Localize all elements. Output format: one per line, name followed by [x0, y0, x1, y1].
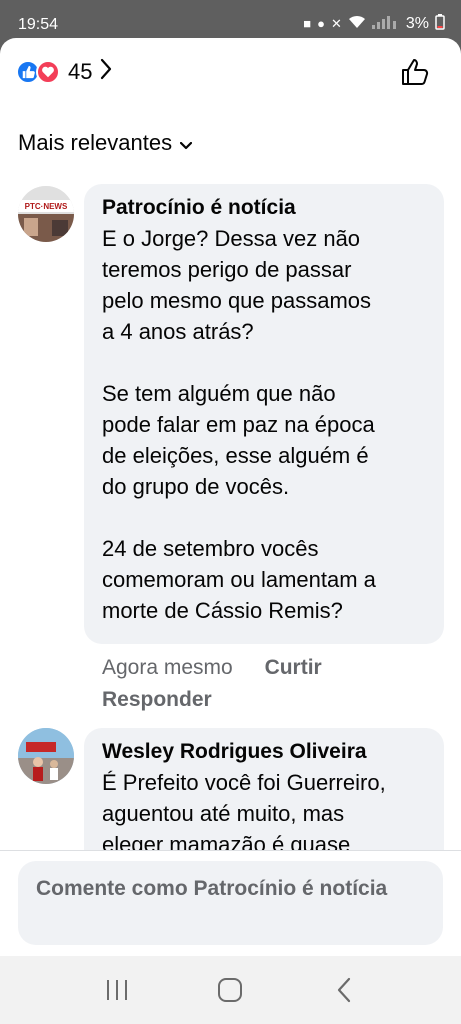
alarm-icon: ● — [317, 16, 325, 31]
back-button[interactable] — [314, 970, 374, 1010]
status-icons: ■ ● ✕ 3% — [303, 14, 445, 33]
love-reaction-icon — [36, 59, 60, 84]
battery-level: 3% — [405, 14, 429, 32]
reaction-count: 45 — [68, 58, 93, 84]
status-time: 19:54 — [18, 16, 59, 33]
thumbs-up-icon — [402, 59, 429, 85]
reactions-summary[interactable]: 45 — [16, 58, 112, 85]
back-icon — [338, 977, 351, 1003]
avatar-logo-text: PTC·NEWS — [25, 202, 68, 211]
comment-actions: Agora mesmo Curtir Responder — [102, 652, 402, 716]
comment-text: É Prefeito você foi Guerreiro, aguentou … — [102, 770, 386, 857]
like-post-button[interactable] — [399, 56, 431, 93]
recent-apps-icon — [106, 980, 127, 1000]
chevron-right-icon — [100, 58, 112, 85]
reply-button[interactable]: Responder — [102, 688, 212, 711]
avatar[interactable] — [18, 728, 74, 784]
system-nav-bar — [0, 956, 461, 1024]
comment-bubble: Patrocínio é notícia E o Jorge? Dessa ve… — [84, 184, 444, 644]
mute-icon: ✕ — [330, 15, 342, 31]
sort-label: Mais relevantes — [18, 130, 173, 155]
recent-apps-button[interactable] — [87, 970, 147, 1010]
notification-icon: ■ — [303, 16, 312, 31]
chevron-down-icon — [179, 130, 193, 156]
comment-time: Agora mesmo — [102, 656, 233, 679]
signal-icon — [371, 15, 400, 32]
status-bar: 19:54 ■ ● ✕ 3% — [0, 0, 461, 38]
comments-sheet: 45 Mais relevantes PTC·NEWS Patrocínio é… — [0, 38, 461, 956]
sort-dropdown[interactable]: Mais relevantes — [18, 130, 193, 156]
like-comment-button[interactable]: Curtir — [265, 656, 322, 679]
comment-input[interactable]: Comente como Patrocínio é notícia — [18, 861, 443, 945]
wifi-icon — [348, 15, 366, 32]
avatar[interactable]: PTC·NEWS — [18, 186, 74, 242]
comment-composer-bar: Comente como Patrocínio é notícia — [0, 850, 461, 956]
battery-icon — [435, 14, 445, 33]
home-icon — [218, 978, 243, 1002]
comment-text: E o Jorge? Dessa vez não teremos perigo … — [102, 226, 376, 623]
home-button[interactable] — [200, 970, 260, 1010]
comment-author[interactable]: Patrocínio é notícia — [102, 194, 426, 222]
comment-author[interactable]: Wesley Rodrigues Oliveira — [102, 738, 426, 766]
